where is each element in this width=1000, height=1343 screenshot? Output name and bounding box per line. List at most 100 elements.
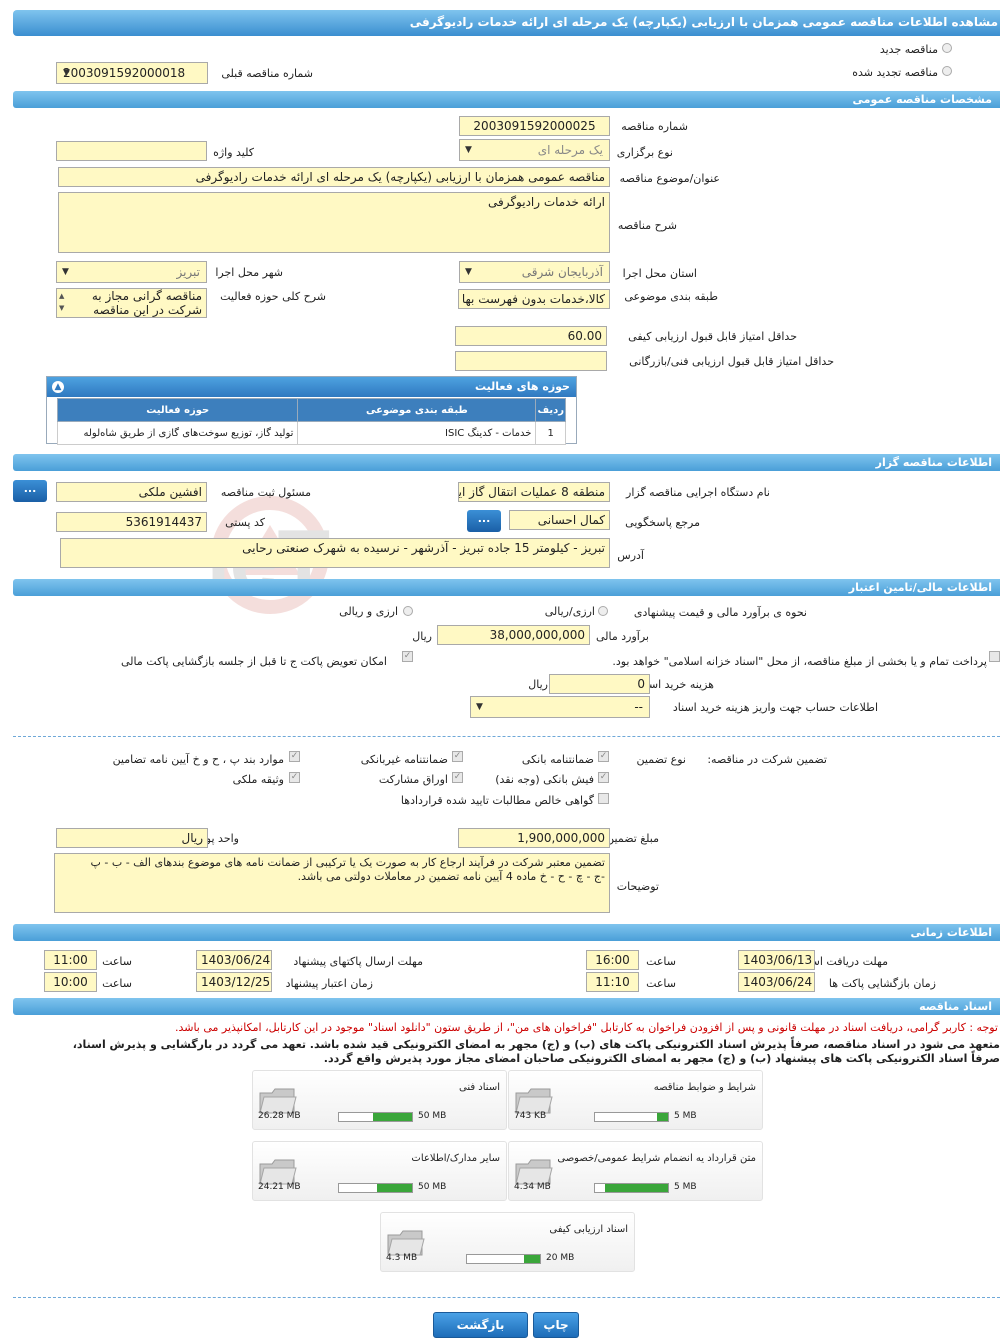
send-deadline-date: 1403/06/24 <box>196 950 272 970</box>
registrar-lookup-button[interactable]: ... <box>13 480 47 502</box>
radio-renewed-tender-label: مناقصه تجدید شده <box>852 66 938 79</box>
activity-desc-value: مناقصه گرانی مجاز به شرکت در این مناقصه … <box>91 289 202 317</box>
province-value: آذربایجان شرقی <box>521 265 603 279</box>
print-button[interactable]: چاپ <box>533 1312 579 1338</box>
organizer-section-header: اطلاعات مناقصه گزار <box>13 454 1000 471</box>
responder-field: کمال احسانی <box>509 510 610 530</box>
scroll-arrows-icon[interactable]: ▲ ▼ <box>59 290 64 314</box>
document-progress-fill <box>604 1184 668 1192</box>
province-label: استان محل اجرا <box>622 267 697 280</box>
prev-number-select[interactable]: 2003091592000018 ▼ <box>56 62 208 84</box>
postal-code-field: 5361914437 <box>56 512 207 532</box>
documents-section-header: اسناد مناقصه <box>13 998 1000 1015</box>
send-deadline-time: 11:00 <box>44 950 97 970</box>
activity-desc-field[interactable]: مناقصه گرانی مجاز به شرکت در این مناقصه … <box>56 288 207 318</box>
responder-lookup-button[interactable]: ... <box>467 510 501 532</box>
holding-type-value: یک مرحله ای <box>537 143 603 157</box>
commitment-line-2: صرفاً اسناد الکترونیکی پاکت های پیشنهاد … <box>323 1052 1000 1065</box>
document-progress-fill <box>523 1255 540 1263</box>
finance-section-header: اطلاعات مالی/تامین اعتبار <box>13 579 1000 596</box>
bank-receipt-checkbox[interactable]: ✓ <box>598 772 609 783</box>
min-quality-field: 60.00 <box>455 326 607 346</box>
keyword-field[interactable] <box>56 141 207 161</box>
prev-number-value: 2003091592000018 <box>63 66 186 80</box>
chevron-down-icon: ▼ <box>465 267 472 277</box>
non-bank-guarantee-checkbox[interactable]: ✓ <box>452 751 463 762</box>
items-bpj-checkbox[interactable]: ✓ <box>289 751 300 762</box>
document-card[interactable]: شرایط و ضوابط مناقصه 5 MB 743 KB <box>508 1070 763 1130</box>
document-used-size: 743 KB <box>514 1111 547 1121</box>
cell-field: تولید گاز، توزیع سوخت‌های گازی از طریق ش… <box>56 421 299 445</box>
document-max-size: 20 MB <box>546 1253 575 1263</box>
guarantee-desc-label: توضیحات <box>616 880 659 893</box>
min-quality-label: حداقل امتیاز قابل قبول ارزیابی کیفی <box>628 330 797 343</box>
radio-renewed-tender[interactable] <box>942 66 952 76</box>
guarantee-desc-line2: -ج - چ - ح - خ ماده 4 آیین نامه تضمین در… <box>297 870 605 883</box>
document-card[interactable]: اسناد ارزیابی کیفی 20 MB 4.3 MB <box>380 1212 635 1272</box>
col-row: ردیف <box>535 398 566 422</box>
activity-panel-header: حوزه های فعالیت ▲ <box>47 377 576 397</box>
document-card[interactable]: اسناد فنی 50 MB 26.28 MB <box>252 1070 507 1130</box>
activity-desc-label: شرح کلی حوزه فعالیت <box>220 290 326 303</box>
document-progress-fill <box>376 1184 412 1192</box>
subject-label: عنوان/موضوع مناقصه <box>619 172 720 185</box>
send-deadline-label: مهلت ارسال پاکتهای پیشنهاد <box>293 955 423 968</box>
document-progress-fill <box>373 1113 412 1121</box>
collapse-icon[interactable]: ▲ <box>52 381 64 393</box>
document-title: اسناد فنی <box>459 1082 500 1093</box>
radio-new-tender[interactable] <box>942 43 952 53</box>
city-value: تبریز <box>176 265 200 279</box>
download-notice: توجه : کاربر گرامی، دریافت اسناد در مهلت… <box>174 1021 998 1034</box>
radio-currency-and-rial-label: ارزی و ریالی <box>339 605 398 618</box>
city-select[interactable]: تبریز ▼ <box>56 261 207 283</box>
validity-date: 1403/12/25 <box>196 972 272 992</box>
opening-date: 1403/06/24 <box>738 972 815 992</box>
province-select[interactable]: آذربایجان شرقی ▼ <box>459 261 610 283</box>
property-collateral-checkbox[interactable]: ✓ <box>289 772 300 783</box>
min-tech-label: حداقل امتیاز قابل قبول ارزیابی فنی/بازرگ… <box>629 355 834 368</box>
guarantee-section-label: تضمین شرکت در مناقصه: <box>707 753 827 766</box>
guarantee-desc-field: تضمین معتبر شرکت در فرآیند ارجاع کار به … <box>54 853 610 913</box>
document-progress-bar <box>594 1112 669 1122</box>
chevron-down-icon: ▼ <box>62 267 69 277</box>
document-progress-bar <box>338 1112 413 1122</box>
islamic-treasury-checkbox[interactable] <box>989 651 1000 662</box>
bank-receipt-label: فیش بانکی (وجه نقد) <box>495 773 594 786</box>
section-divider <box>13 736 1000 737</box>
document-progress-bar <box>466 1254 541 1264</box>
holding-type-select[interactable]: یک مرحله ای ▼ <box>459 139 610 161</box>
prev-number-label: شماره مناقصه قبلی <box>221 67 313 80</box>
document-card[interactable]: سایر مدارک/اطلاعات 50 MB 24.21 MB <box>252 1141 507 1201</box>
document-progress-fill <box>657 1113 668 1121</box>
document-max-size: 5 MB <box>674 1111 697 1121</box>
address-label: آدرس <box>617 549 644 562</box>
document-card[interactable]: متن قرارداد یه انضمام شرایط عمومی/خصوصی … <box>508 1141 763 1201</box>
property-collateral-label: وثیقه ملکی <box>232 773 284 786</box>
islamic-treasury-label: پرداخت تمام و یا بخشی از مبلغ مناقصه، از… <box>612 655 987 668</box>
min-tech-field <box>455 351 607 371</box>
chevron-down-icon: ▼ <box>63 68 70 78</box>
opening-time: 11:10 <box>586 972 639 992</box>
back-button[interactable]: بازگشت <box>433 1312 528 1338</box>
activity-panel-title: حوزه های فعالیت <box>475 380 570 393</box>
doc-receive-date: 1403/06/13 <box>738 950 815 970</box>
swap-envelope-checkbox[interactable]: ✓ <box>402 651 413 662</box>
account-value: -- <box>634 700 643 714</box>
non-bank-guarantee-label: ضمانتنامه غیربانکی <box>360 753 448 766</box>
participation-bonds-checkbox[interactable]: ✓ <box>452 772 463 783</box>
cell-row: 1 <box>535 421 566 445</box>
estimate-field: 38,000,000,000 <box>437 625 590 645</box>
radio-currency-and-rial[interactable] <box>403 606 413 616</box>
tender-number-field: 2003091592000025 <box>459 116 610 136</box>
contract-claims-checkbox[interactable] <box>598 793 609 804</box>
radio-rial-currency[interactable] <box>598 606 608 616</box>
document-max-size: 5 MB <box>674 1182 697 1192</box>
commitment-line-1: متعهد می شود در اسناد مناقصه، صرفاً پذیر… <box>72 1038 1000 1051</box>
org-name-label: نام دستگاه اجرایی مناقصه گزار <box>626 486 770 499</box>
document-max-size: 50 MB <box>418 1111 447 1121</box>
bank-guarantee-checkbox[interactable]: ✓ <box>598 751 609 762</box>
document-title: متن قرارداد یه انضمام شرایط عمومی/خصوصی <box>557 1153 756 1164</box>
account-select[interactable]: -- ▼ <box>470 696 650 718</box>
send-deadline-time-label: ساعت <box>102 955 132 968</box>
city-label: شهر محل اجرا <box>215 266 283 279</box>
